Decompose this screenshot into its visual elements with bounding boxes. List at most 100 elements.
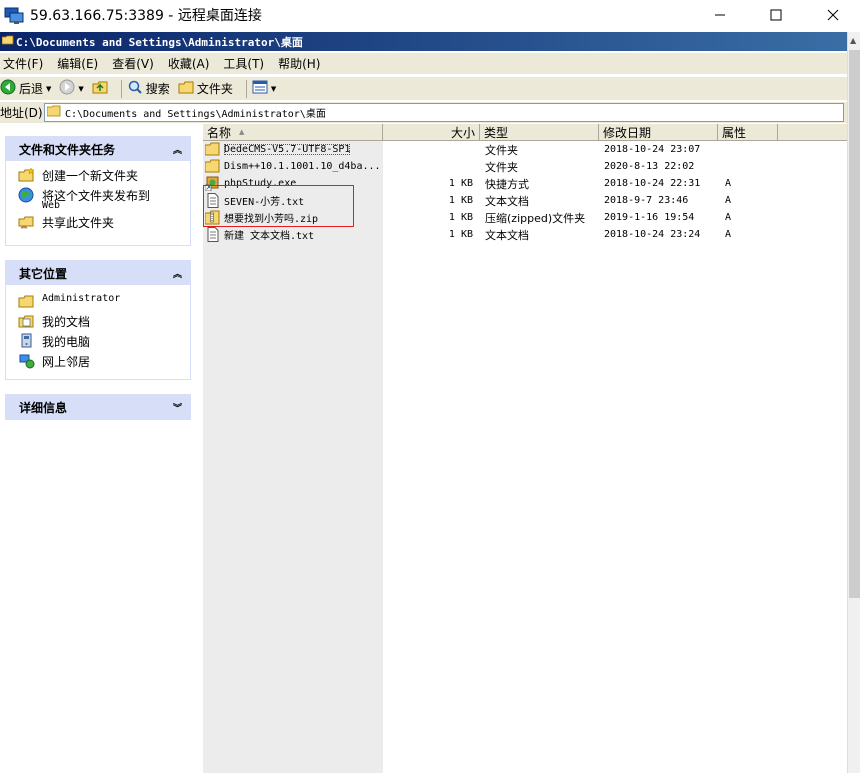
menu-tools[interactable]: 工具(T): [223, 55, 264, 72]
column-modified-label: 修改日期: [603, 125, 652, 140]
back-arrow-icon: [0, 79, 16, 98]
file-type: 文本文档: [485, 228, 529, 242]
file-modified: 2018-9-7 23:46: [604, 195, 689, 206]
close-icon: [827, 9, 839, 21]
views-dropdown-icon[interactable]: ▼: [271, 85, 276, 93]
expand-chevron-icon[interactable]: ︾: [173, 401, 182, 414]
file-row[interactable]: 想要找到小芳吗.zip 1 KB 压缩(zipped)文件夹 2019-1-16…: [203, 209, 847, 226]
up-folder-button[interactable]: [92, 79, 108, 98]
task-share-folder-label: 共享此文件夹: [42, 216, 115, 230]
address-field[interactable]: C:\Documents and Settings\Administrator\…: [44, 103, 844, 122]
menu-help[interactable]: 帮助(H): [278, 55, 320, 72]
close-button[interactable]: [810, 0, 856, 30]
maximize-button[interactable]: [753, 0, 799, 30]
column-header-attributes[interactable]: 属性: [718, 124, 778, 140]
task-publish-web[interactable]: 将这个文件夹发布到: [18, 187, 190, 203]
menu-view[interactable]: 查看(V): [112, 55, 154, 72]
my-documents-icon: [18, 313, 36, 329]
column-header-modified[interactable]: 修改日期: [599, 124, 718, 140]
text-file-icon: [205, 193, 221, 208]
file-tasks-header[interactable]: 文件和文件夹任务 ︽: [6, 137, 190, 161]
place-network[interactable]: 网上邻居: [18, 353, 190, 373]
place-my-computer[interactable]: 我的电脑: [18, 333, 190, 353]
folders-label: 文件夹: [196, 82, 233, 96]
views-button[interactable]: ▼: [252, 80, 276, 97]
details-panel: 详细信息 ︾: [5, 394, 191, 420]
folders-icon: [178, 79, 194, 98]
search-button[interactable]: 搜索: [127, 79, 170, 98]
back-button[interactable]: 后退 ▼: [0, 79, 51, 98]
menu-favorites[interactable]: 收藏(A): [168, 55, 210, 72]
folder-icon: [18, 293, 36, 309]
task-publish-web-label-web: Web: [42, 200, 61, 211]
toolbar: 后退 ▼ ▼ 搜索 文件夹 ▼: [0, 76, 847, 100]
sort-ascending-icon: ▲: [239, 128, 245, 136]
other-places-header[interactable]: 其它位置 ︽: [6, 261, 190, 285]
column-header-type[interactable]: 类型: [480, 124, 599, 140]
file-size: 1 KB: [448, 178, 473, 189]
file-type: 文本文档: [485, 194, 529, 208]
file-name: 想要找到小芳吗.zip: [224, 214, 319, 225]
place-my-computer-label: 我的电脑: [42, 335, 91, 349]
address-bar: 地址(D) C:\Documents and Settings\Administ…: [0, 102, 847, 123]
scroll-up-icon[interactable]: ▲: [850, 36, 856, 45]
file-name: Dism++10.1.1001.10_d4ba...: [224, 161, 381, 172]
forward-button[interactable]: ▼: [59, 79, 84, 98]
task-new-folder[interactable]: 创建一个新文件夹: [18, 167, 190, 187]
file-size: [383, 158, 473, 175]
file-row[interactable]: 新建 文本文档.txt 1 KB 文本文档 2018-10-24 23:24 A: [203, 226, 847, 243]
folders-button[interactable]: 文件夹: [178, 79, 233, 98]
details-header[interactable]: 详细信息 ︾: [6, 395, 190, 419]
file-attr: A: [725, 212, 732, 223]
vertical-scrollbar[interactable]: ▲: [847, 32, 860, 773]
file-size: 1 KB: [448, 195, 473, 206]
rdp-window-title: 59.63.166.75:3389 - 远程桌面连接: [30, 8, 262, 24]
column-header-bar: 名称 ▲ 大小 类型 修改日期 属性: [203, 124, 847, 141]
folder-icon: [46, 105, 61, 120]
other-places-panel: 其它位置 ︽ Administrator 我的文档 我的电脑 网上邻居: [5, 260, 191, 380]
menu-edit[interactable]: 编辑(E): [57, 55, 98, 72]
file-name: SEVEN-小芳.txt: [224, 197, 305, 208]
file-size: [383, 141, 473, 158]
forward-arrow-icon: [59, 79, 75, 98]
scrollbar-thumb[interactable]: [849, 50, 860, 598]
details-title: 详细信息: [19, 400, 68, 415]
place-my-documents[interactable]: 我的文档: [18, 313, 190, 333]
menu-file[interactable]: 文件(F): [3, 55, 43, 72]
my-computer-icon: [18, 333, 36, 349]
file-name: phpStudy.exe: [224, 178, 297, 189]
back-dropdown-icon[interactable]: ▼: [46, 85, 51, 93]
column-size-label: 大小: [450, 125, 475, 140]
file-row[interactable]: Dism++10.1.1001.10_d4ba... 文件夹 2020-8-13…: [203, 158, 847, 175]
explorer-window-title: C:\Documents and Settings\Administrator\…: [16, 35, 303, 49]
file-type: 压缩(zipped)文件夹: [485, 211, 586, 225]
new-folder-icon: [18, 167, 36, 183]
file-row[interactable]: DedeCMS-V5.7-UTF8-SP1 文件夹 2018-10-24 23:…: [203, 141, 847, 158]
forward-dropdown-icon[interactable]: ▼: [78, 85, 83, 93]
task-share-folder[interactable]: 共享此文件夹: [18, 214, 190, 234]
collapse-chevron-icon[interactable]: ︽: [173, 143, 182, 156]
folder-icon: [205, 159, 221, 174]
folder-icon: [1, 35, 14, 48]
file-row[interactable]: phpStudy.exe 1 KB 快捷方式 2018-10-24 22:31 …: [203, 175, 847, 192]
toolbar-separator: [120, 79, 122, 98]
file-name: 新建 文本文档.txt: [224, 231, 315, 242]
file-row[interactable]: SEVEN-小芳.txt 1 KB 文本文档 2018-9-7 23:46 A: [203, 192, 847, 209]
file-attr: [725, 158, 755, 175]
column-name-label: 名称: [207, 125, 232, 140]
column-header-name[interactable]: 名称 ▲: [203, 124, 383, 140]
folder-icon: [205, 142, 221, 157]
address-label: 地址(D): [0, 106, 43, 120]
back-label: 后退: [19, 82, 44, 96]
collapse-chevron-icon[interactable]: ︽: [173, 267, 182, 280]
place-administrator-label: Administrator: [42, 293, 121, 304]
file-type: 文件夹: [485, 143, 518, 157]
text-file-icon: [205, 227, 221, 242]
file-attr: A: [725, 229, 732, 240]
column-header-size[interactable]: 大小: [383, 124, 480, 140]
file-modified: 2018-10-24 22:31: [604, 178, 701, 189]
file-size: 1 KB: [448, 229, 473, 240]
place-administrator[interactable]: Administrator: [18, 293, 190, 313]
minimize-button[interactable]: [697, 0, 743, 30]
file-type: 快捷方式: [485, 177, 529, 191]
